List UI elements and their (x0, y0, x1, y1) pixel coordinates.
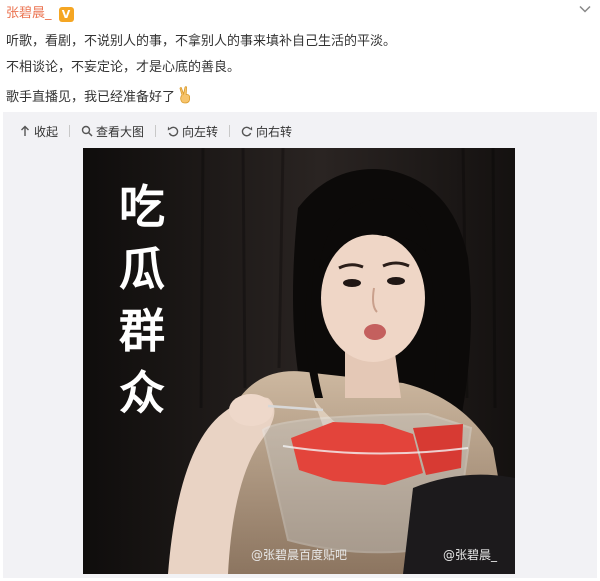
weibo-post-card: 张碧晨_ V 听歌，看剧，不说别人的事，不拿别人的事来填补自己生活的平淡。 不相… (0, 0, 600, 581)
victory-hand-emoji-icon (179, 86, 191, 104)
collapse-button[interactable]: 收起 (19, 123, 71, 140)
media-panel: 收起 查看大图 向左转 向右转 吃 瓜 群 众 @张碧晨百度贴吧 @张碧晨_ (3, 112, 597, 578)
post-text-line: 不相谈论，不妄定论，才是心底的善良。 (6, 60, 241, 75)
view-large-button[interactable]: 查看大图 (81, 123, 157, 140)
search-icon (81, 125, 93, 137)
media-toolbar: 收起 查看大图 向左转 向右转 (19, 122, 303, 140)
toolbar-divider (229, 125, 231, 137)
rotate-left-label: 向左转 (182, 124, 219, 139)
post-header: 张碧晨_ V (6, 5, 74, 23)
post-text-line-3: 歌手直播见，我已经准备好了 (6, 90, 176, 105)
author-name[interactable]: 张碧晨_ (6, 5, 52, 23)
view-large-label: 查看大图 (96, 124, 145, 139)
rotate-right-label: 向右转 (256, 124, 293, 139)
rotate-left-icon (167, 126, 179, 137)
rotate-right-button[interactable]: 向右转 (241, 123, 292, 140)
post-image[interactable]: 吃 瓜 群 众 @张碧晨百度贴吧 @张碧晨_ (83, 148, 515, 574)
caption-char: 瓜 (119, 242, 165, 296)
toolbar-divider (155, 125, 157, 137)
toolbar-divider (69, 125, 71, 137)
watermark-right: @张碧晨_ (443, 548, 498, 562)
collapse-icon (21, 125, 29, 136)
rotate-right-icon (241, 126, 253, 137)
caption-char: 众 (119, 366, 165, 420)
chevron-down-icon[interactable] (578, 2, 592, 16)
post-text-line: 听歌，看剧，不说别人的事，不拿别人的事来填补自己生活的平淡。 (6, 34, 397, 49)
watermark-left: @张碧晨百度贴吧 (251, 548, 348, 562)
post-text-line: 歌手直播见，我已经准备好了 (6, 86, 193, 107)
collapse-label: 收起 (34, 124, 59, 139)
caption-char: 群 (119, 304, 165, 358)
rotate-left-button[interactable]: 向左转 (167, 123, 231, 140)
image-caption: 吃 瓜 群 众 (111, 176, 173, 424)
verified-badge-icon: V (58, 6, 74, 22)
caption-char: 吃 (119, 180, 165, 234)
